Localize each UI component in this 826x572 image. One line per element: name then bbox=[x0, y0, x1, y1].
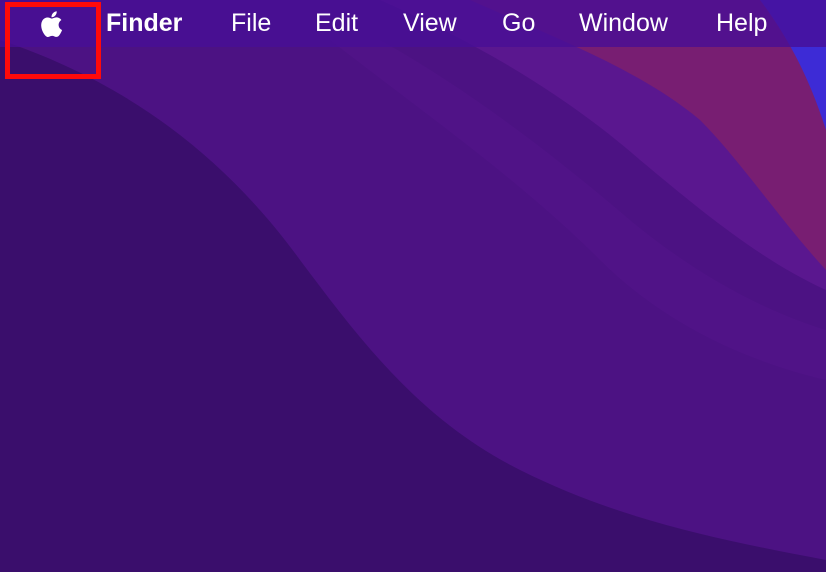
menu-go[interactable]: Go bbox=[502, 0, 535, 47]
desktop: Finder File Edit View Go Window Help bbox=[0, 0, 826, 572]
menu-file[interactable]: File bbox=[231, 0, 271, 47]
apple-menu-highlight bbox=[5, 2, 101, 79]
menu-finder[interactable]: Finder bbox=[106, 0, 182, 47]
wallpaper bbox=[0, 0, 826, 572]
menu-view[interactable]: View bbox=[403, 0, 457, 47]
menu-edit[interactable]: Edit bbox=[315, 0, 358, 47]
menu-bar: Finder File Edit View Go Window Help bbox=[0, 0, 826, 47]
menu-window[interactable]: Window bbox=[579, 0, 668, 47]
menu-help[interactable]: Help bbox=[716, 0, 767, 47]
